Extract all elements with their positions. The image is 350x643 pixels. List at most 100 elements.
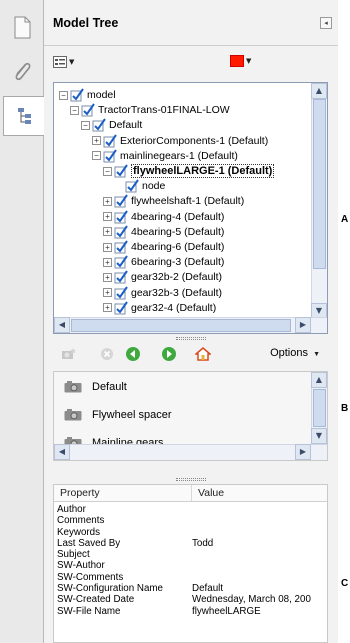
scroll-left-icon[interactable]: ◀ [54, 317, 70, 333]
property-row[interactable]: Keywords [54, 527, 327, 538]
tree-vertical-scrollbar[interactable]: ▲ ▼ [311, 83, 327, 319]
tree-row[interactable]: − Default [81, 117, 142, 133]
tree-node-label: gear32b-2 (Default) [131, 271, 223, 284]
expand-icon[interactable]: + [92, 136, 101, 146]
next-view-icon[interactable] [161, 346, 177, 362]
color-picker-button[interactable]: ▼ [230, 55, 251, 67]
scroll-right-icon[interactable]: ▶ [295, 444, 311, 460]
new-view-icon[interactable] [61, 346, 77, 362]
expand-icon[interactable]: + [103, 212, 112, 222]
tree-row[interactable]: +4bearing-4 (Default) [103, 209, 224, 225]
scroll-up-icon[interactable]: ▲ [311, 83, 327, 99]
views-vertical-scrollbar[interactable]: ▲ ▼ [311, 372, 327, 444]
views-horizontal-scrollbar[interactable]: ◀ ▶ [54, 444, 327, 460]
property-row[interactable]: Last Saved By Todd [54, 538, 327, 549]
view-item[interactable]: Flywheel spacer [64, 406, 171, 424]
expand-icon[interactable]: + [103, 272, 112, 282]
model-tree-icon[interactable] [3, 96, 45, 136]
visibility-checkbox-icon[interactable] [92, 118, 106, 132]
tree-row[interactable]: +4bearing-5 (Default) [103, 224, 224, 240]
tree-row[interactable]: + ExteriorComponents-1 (Default) [92, 133, 268, 149]
scroll-up-icon[interactable]: ▲ [311, 372, 327, 388]
pages-icon[interactable] [2, 8, 42, 48]
visibility-checkbox-icon[interactable] [114, 286, 128, 300]
visibility-checkbox-icon[interactable] [70, 88, 84, 102]
expand-icon[interactable]: + [103, 227, 112, 237]
tree-node-label: Default [109, 119, 143, 132]
views-toolbar: Options ▼ [53, 340, 328, 368]
tree-row[interactable]: + gear32-4 (Default) [103, 300, 216, 316]
tree-options-button[interactable]: ▼ [53, 56, 74, 68]
tree-row[interactable]: node [114, 178, 165, 194]
visibility-checkbox-icon[interactable] [81, 103, 95, 117]
expand-icon[interactable]: + [103, 257, 112, 267]
visibility-checkbox-icon[interactable] [114, 270, 128, 284]
visibility-checkbox-icon[interactable] [103, 149, 117, 163]
visibility-checkbox-icon[interactable] [114, 210, 128, 224]
tree-row[interactable]: +4bearing-6 (Default) [103, 239, 224, 255]
property-row[interactable]: SW-Comments [54, 572, 327, 583]
property-row[interactable]: SW-File Name flywheelLARGE [54, 606, 327, 617]
tree-horizontal-scrollbar[interactable]: ◀ ▶ [54, 317, 327, 333]
panel-title: Model Tree [53, 15, 119, 30]
collapse-icon[interactable]: − [59, 90, 68, 100]
tree-row[interactable]: − TractorTrans-01FINAL-LOW [70, 102, 230, 118]
property-key: Subject [57, 549, 90, 561]
visibility-checkbox-icon[interactable] [114, 225, 128, 239]
model-tree-view[interactable]: − model − TractorTrans-01FINAL-LOW − Default +… [53, 82, 328, 334]
scroll-right-icon[interactable]: ▶ [295, 317, 311, 333]
value-column-header[interactable]: Value [192, 485, 230, 501]
splitter-handle[interactable] [53, 476, 328, 482]
expand-icon[interactable]: + [103, 196, 112, 206]
expand-icon[interactable]: + [103, 288, 112, 298]
tree-node-label: flywheelLARGE-1 (Default) [131, 164, 275, 178]
property-value: flywheelLARGE [192, 605, 261, 617]
visibility-checkbox-icon[interactable] [103, 134, 117, 148]
view-item[interactable]: Default [64, 378, 127, 396]
property-row[interactable]: Subject [54, 549, 327, 560]
property-row[interactable]: Author [54, 504, 327, 515]
tree-node-label: mainlinegears-1 (Default) [120, 149, 238, 162]
tree-row[interactable]: + gear32b-2 (Default) [103, 269, 222, 285]
property-key: Keywords [57, 526, 101, 538]
collapse-icon[interactable]: − [92, 151, 101, 161]
tree-row[interactable]: +6bearing-3 (Default) [103, 254, 224, 270]
collapse-panel-button[interactable]: ◂ [320, 17, 332, 29]
views-list[interactable]: Default Flywheel spacer Mainline gears ▲ ▼… [53, 371, 328, 461]
expand-icon[interactable]: + [103, 303, 112, 313]
tree-row[interactable]: − model [59, 87, 116, 103]
color-swatch [230, 55, 244, 67]
scroll-down-icon[interactable]: ▼ [311, 428, 327, 444]
visibility-checkbox-icon[interactable] [114, 255, 128, 269]
home-view-icon[interactable] [195, 346, 211, 362]
scroll-thumb[interactable] [71, 319, 291, 332]
visibility-checkbox-icon[interactable] [114, 240, 128, 254]
tree-node-label: 4bearing-4 (Default) [131, 210, 225, 223]
tree-row[interactable]: − flywheelLARGE-1 (Default) [103, 163, 275, 179]
visibility-checkbox-icon[interactable] [125, 179, 139, 193]
visibility-checkbox-icon[interactable] [114, 301, 128, 315]
visibility-checkbox-icon[interactable] [114, 164, 128, 178]
visibility-checkbox-icon[interactable] [114, 194, 128, 208]
collapse-icon[interactable]: − [70, 105, 79, 115]
property-row[interactable]: SW-Configuration Name Default [54, 583, 327, 594]
property-row[interactable]: SW-Author [54, 560, 327, 571]
collapse-icon[interactable]: − [103, 166, 112, 176]
options-menu-button[interactable]: Options ▼ [270, 347, 320, 359]
collapse-icon[interactable]: − [81, 120, 90, 130]
delete-view-icon[interactable] [99, 346, 115, 362]
previous-view-icon[interactable] [125, 346, 141, 362]
property-column-header[interactable]: Property [54, 485, 192, 501]
property-row[interactable]: Comments [54, 515, 327, 526]
expand-icon[interactable]: + [103, 242, 112, 252]
property-row[interactable]: SW-Created Date Wednesday, March 08, 200 [54, 594, 327, 605]
tree-row[interactable]: + gear32b-3 (Default) [103, 285, 222, 301]
attachment-icon[interactable] [2, 52, 42, 92]
tree-row[interactable]: − mainlinegears-1 (Default) [92, 148, 238, 164]
view-label: Default [92, 381, 127, 393]
scroll-thumb[interactable] [313, 389, 326, 427]
scroll-left-icon[interactable]: ◀ [54, 444, 70, 460]
chevron-down-icon: ▼ [313, 351, 320, 358]
scroll-thumb[interactable] [313, 99, 326, 269]
tree-row[interactable]: + flywheelshaft-1 (Default) [103, 193, 244, 209]
